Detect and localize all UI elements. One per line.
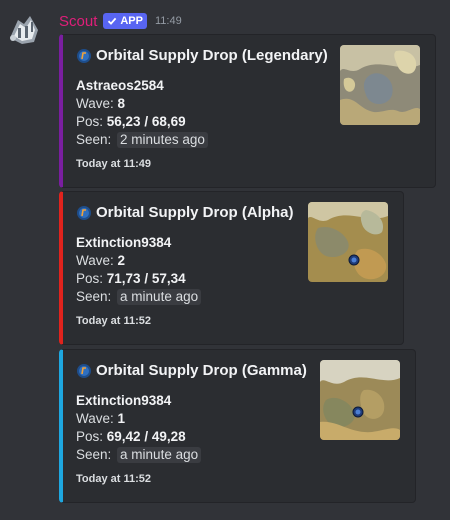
embed-fields: Astraeos2584 Wave: 8 Pos: 56,23 / 68,69 … — [76, 77, 208, 149]
player-name: Extinction9384 — [76, 235, 172, 250]
pos-line: Pos: 56,23 / 68,69 — [76, 114, 186, 129]
embed-title-text: Orbital Supply Drop (Alpha) — [96, 204, 294, 221]
username[interactable]: Scout — [59, 13, 97, 30]
pos-value: 69,42 / 49,28 — [106, 429, 186, 444]
seen-timestamp[interactable]: a minute ago — [117, 289, 202, 305]
author-icon — [77, 205, 91, 220]
map-thumbnail[interactable] — [320, 360, 400, 440]
wave-line: Wave: 1 — [76, 411, 126, 426]
player-name: Extinction9384 — [76, 393, 172, 408]
wave-value: 8 — [117, 96, 126, 111]
embed-footer: Today at 11:49 — [76, 158, 151, 170]
embed-fields: Extinction9384 Wave: 2 Pos: 71,73 / 57,3… — [76, 234, 202, 306]
wave-value: 1 — [117, 411, 126, 426]
embed-title: Orbital Supply Drop (Alpha) — [76, 204, 294, 221]
seen-line: Seen: a minute ago — [76, 288, 202, 306]
embed-alpha: Orbital Supply Drop (Alpha) Extinction93… — [59, 191, 404, 345]
embed-footer: Today at 11:52 — [76, 315, 151, 327]
embed-gamma: Orbital Supply Drop (Gamma) Extinction93… — [59, 349, 416, 503]
seen-timestamp[interactable]: a minute ago — [117, 447, 202, 463]
seen-timestamp[interactable]: 2 minutes ago — [117, 132, 208, 148]
app-badge-label: APP — [120, 15, 143, 27]
embed-legendary: Orbital Supply Drop (Legendary) Astraeos… — [59, 34, 436, 188]
player-name: Astraeos2584 — [76, 78, 164, 93]
embed-title: Orbital Supply Drop (Legendary) — [76, 47, 328, 64]
embed-title: Orbital Supply Drop (Gamma) — [76, 362, 307, 379]
embed-title-text: Orbital Supply Drop (Gamma) — [96, 362, 307, 379]
pos-value: 56,23 / 68,69 — [106, 114, 186, 129]
wave-line: Wave: 8 — [76, 96, 126, 111]
pos-line: Pos: 71,73 / 57,34 — [76, 271, 186, 286]
wave-value: 2 — [117, 253, 126, 268]
pos-line: Pos: 69,42 / 49,28 — [76, 429, 186, 444]
bot-avatar[interactable] — [4, 8, 44, 48]
author-icon — [77, 48, 91, 63]
author-icon — [77, 363, 91, 378]
message-timestamp[interactable]: 11:49 — [155, 15, 182, 27]
robot-avatar-icon — [4, 8, 44, 48]
message-header: Scout APP 11:49 — [59, 11, 182, 31]
map-thumbnail[interactable] — [308, 202, 388, 282]
wave-line: Wave: 2 — [76, 253, 126, 268]
seen-line: Seen: a minute ago — [76, 446, 202, 464]
embed-footer: Today at 11:52 — [76, 473, 151, 485]
pos-value: 71,73 / 57,34 — [106, 271, 186, 286]
seen-line: Seen: 2 minutes ago — [76, 131, 208, 149]
map-thumbnail[interactable] — [340, 45, 420, 125]
embed-fields: Extinction9384 Wave: 1 Pos: 69,42 / 49,2… — [76, 392, 202, 464]
checkmark-icon — [108, 17, 117, 25]
embed-title-text: Orbital Supply Drop (Legendary) — [96, 47, 328, 64]
app-badge: APP — [103, 13, 147, 29]
